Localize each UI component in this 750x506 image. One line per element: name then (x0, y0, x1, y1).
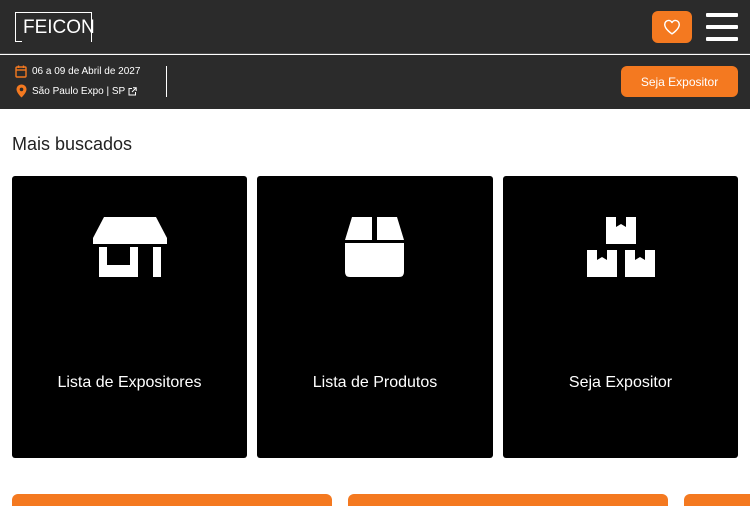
logo-underline (16, 41, 22, 42)
top-header: FEICON (0, 0, 750, 54)
seja-expositor-button[interactable]: Seja Expositor (621, 66, 738, 97)
box-icon (344, 216, 406, 283)
orange-card-partial[interactable] (348, 494, 668, 506)
event-date-text: 06 a 09 de Abril de 2027 (32, 65, 141, 77)
card-label: Lista de Produtos (312, 374, 438, 391)
feicon-logo[interactable]: FEICON (15, 12, 95, 42)
event-date: 06 a 09 de Abril de 2027 (14, 64, 140, 78)
event-location-text: São Paulo Expo | SP (32, 85, 126, 97)
card-lista-produtos[interactable]: Lista de Produtos (257, 176, 493, 458)
info-divider (166, 66, 167, 97)
logo-text: FEICON (23, 17, 95, 38)
card-label: Seja Expositor (568, 374, 673, 391)
orange-card-partial[interactable] (12, 494, 332, 506)
card-label: Lista de Expositores (57, 374, 202, 391)
orange-card-partial[interactable] (684, 494, 750, 506)
heart-icon (664, 19, 680, 35)
menu-line (706, 37, 738, 41)
section-title: Mais buscados (12, 134, 133, 154)
menu-line (706, 13, 738, 17)
map-pin-icon (14, 84, 28, 98)
favorites-button[interactable] (652, 11, 692, 43)
boxes-icon (586, 216, 656, 283)
external-link-icon (128, 86, 137, 96)
card-seja-expositor[interactable]: Seja Expositor (503, 176, 738, 458)
store-icon (92, 216, 168, 283)
card-lista-expositores[interactable]: Lista de Expositores (12, 176, 247, 458)
hamburger-menu-icon[interactable] (706, 12, 738, 42)
event-location[interactable]: São Paulo Expo | SP (14, 84, 137, 98)
calendar-icon (14, 64, 28, 78)
menu-line (706, 25, 738, 29)
event-info-bar: 06 a 09 de Abril de 2027 São Paulo Expo … (0, 55, 750, 109)
